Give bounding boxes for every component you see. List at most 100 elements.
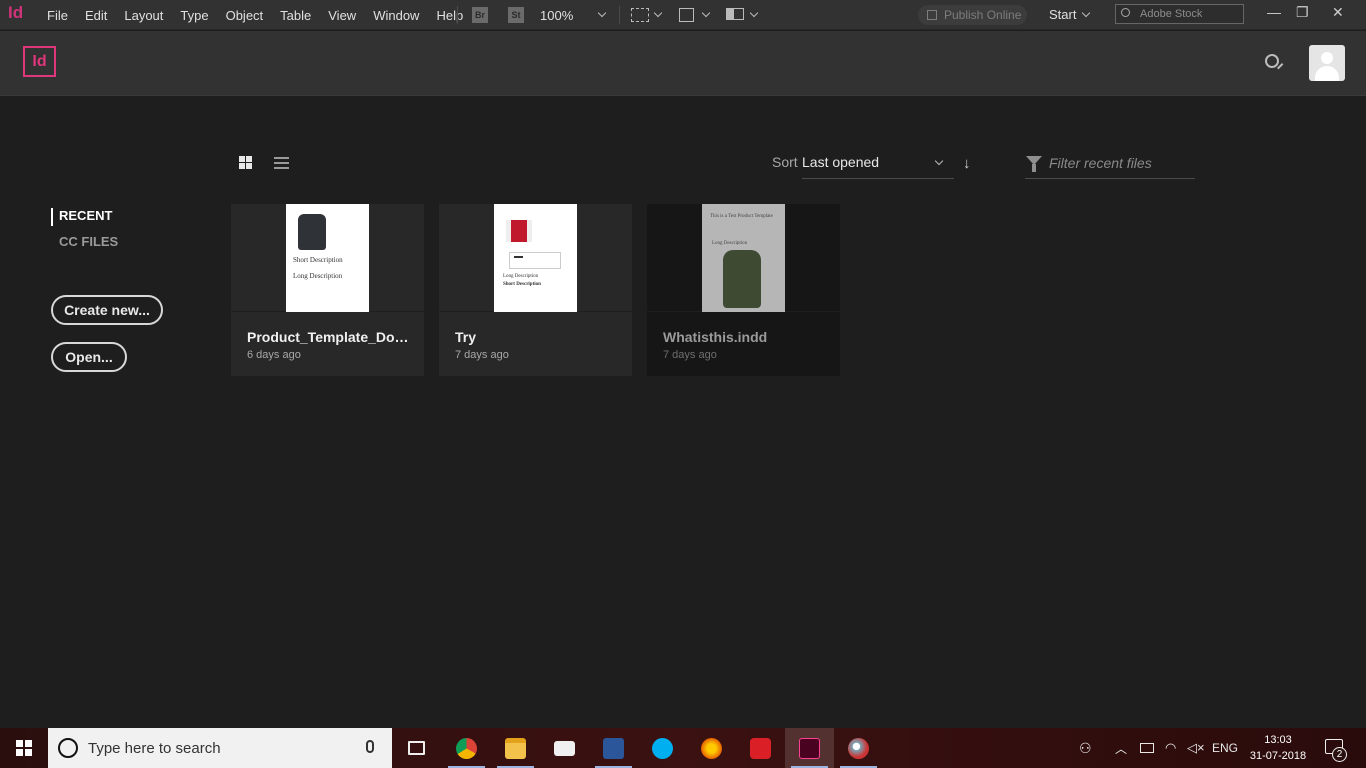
microphone-icon[interactable] <box>366 740 374 753</box>
chrome-icon <box>456 738 477 759</box>
menu-separator <box>457 6 458 24</box>
avatar-head <box>1321 52 1333 64</box>
thumb-text: Short Description <box>293 256 343 264</box>
taskbar-app-indesign[interactable] <box>785 728 834 768</box>
app-glyph: Id <box>8 3 24 22</box>
taskbar-app-firefox[interactable] <box>687 728 736 768</box>
taskbar-app-paint[interactable] <box>834 728 883 768</box>
file-thumbnail-area: Short Description Long Description <box>231 204 424 312</box>
zoom-chevron-icon[interactable] <box>597 8 607 18</box>
taskbar-app-creative-cloud[interactable] <box>736 728 785 768</box>
filter-icon <box>1026 156 1042 172</box>
file-thumbnail: This is a Test Product Template Long Des… <box>702 204 785 312</box>
task-view-icon <box>408 741 425 755</box>
grid-cell <box>246 163 252 169</box>
menu-edit[interactable]: Edit <box>85 8 107 23</box>
sort-direction-icon[interactable]: ↓ <box>963 155 971 172</box>
avatar[interactable] <box>1309 45 1345 81</box>
thumb-text: Long Description <box>712 241 748 246</box>
publish-online-button[interactable]: Publish Online <box>918 5 1027 25</box>
taskbar-search[interactable]: Type here to search <box>48 728 392 768</box>
list-view-icon[interactable] <box>274 157 289 169</box>
filter-recent-files[interactable]: Filter recent files <box>1025 152 1195 179</box>
thumb-text: Short Description <box>503 282 541 287</box>
grid-cell <box>239 156 245 162</box>
menu-help[interactable]: Help <box>436 8 463 23</box>
search-icon[interactable] <box>1265 54 1279 68</box>
wifi-icon[interactable]: ◠ <box>1165 740 1176 756</box>
grid-cell <box>246 156 252 162</box>
taskbar-app-word[interactable] <box>589 728 638 768</box>
volume-muted-icon[interactable]: ◁× <box>1187 740 1205 756</box>
indesign-logo: Id <box>23 46 56 77</box>
taskbar-app-chrome[interactable] <box>442 728 491 768</box>
recent-file-card[interactable]: Long Description Short Description Try 7… <box>439 204 632 376</box>
show-hidden-icons-chevron-icon[interactable]: ︿ <box>1115 740 1127 757</box>
thumb-text: Long Description <box>503 274 539 279</box>
network-adapter-icon[interactable] <box>1140 743 1154 753</box>
view-options-chevron-icon[interactable] <box>701 8 711 18</box>
sort-value: Last opened <box>802 154 880 170</box>
system-clock[interactable]: 13:03 31-07-2018 <box>1247 732 1309 764</box>
file-title: Whatisthis.indd <box>663 329 768 345</box>
file-thumbnail-area: This is a Test Product Template Long Des… <box>647 204 840 312</box>
people-icon[interactable]: ⚇ <box>1079 740 1092 757</box>
adobe-stock-placeholder: Adobe Stock <box>1140 8 1203 20</box>
open-button[interactable]: Open... <box>51 342 127 372</box>
chevron-down-icon <box>934 156 944 166</box>
recent-file-card[interactable]: This is a Test Product Template Long Des… <box>647 204 840 376</box>
menu-object[interactable]: Object <box>226 8 264 23</box>
workspace-chevron-icon[interactable] <box>1081 8 1091 18</box>
workspace-switcher[interactable]: Start <box>1049 7 1076 22</box>
screen-mode-chevron-icon[interactable] <box>653 8 663 18</box>
language-indicator[interactable]: ENG <box>1212 741 1238 755</box>
zoom-level[interactable]: 100% <box>540 8 573 23</box>
restore-button[interactable]: ❐ <box>1296 4 1309 21</box>
adobe-stock-search[interactable]: Adobe Stock <box>1115 4 1244 24</box>
cortana-icon <box>58 738 78 758</box>
close-button[interactable]: ✕ <box>1332 4 1344 21</box>
stock-button[interactable]: St <box>508 7 524 23</box>
file-date: 7 days ago <box>663 349 717 361</box>
list-line <box>274 167 289 169</box>
file-thumbnail: Long Description Short Description <box>494 204 577 312</box>
menu-view[interactable]: View <box>328 8 356 23</box>
taskbar-app-file-explorer[interactable] <box>491 728 540 768</box>
nav-cc-files[interactable]: CC FILES <box>59 234 118 249</box>
thumb-text: Long Description <box>293 272 343 280</box>
minimize-button[interactable]: — <box>1267 4 1281 20</box>
taskbar-app-mail[interactable] <box>540 728 589 768</box>
arrange-chevron-icon[interactable] <box>749 8 759 18</box>
menu-bar: Id File Edit Layout Type Object Table Vi… <box>0 0 1366 30</box>
start-workspace: Sort Last opened ↓ Filter recent files R… <box>0 96 1366 728</box>
search-icon <box>1121 8 1130 17</box>
jacket-image <box>298 214 326 250</box>
recent-file-card[interactable]: Short Description Long Description Produ… <box>231 204 424 376</box>
sort-dropdown[interactable]: Last opened <box>802 152 954 179</box>
menu-table[interactable]: Table <box>280 8 311 23</box>
clock-date: 31-07-2018 <box>1249 750 1307 762</box>
product-image <box>506 220 532 242</box>
grid-view-icon[interactable] <box>239 156 252 169</box>
view-options-icon[interactable] <box>679 8 694 22</box>
taskbar-app-skype[interactable] <box>638 728 687 768</box>
create-new-button[interactable]: Create new... <box>51 295 163 325</box>
notification-count-badge: 2 <box>1332 747 1347 762</box>
list-line <box>274 157 289 159</box>
menu-window[interactable]: Window <box>373 8 419 23</box>
indesign-icon <box>799 738 820 759</box>
logo-pane <box>25 749 32 756</box>
taskbar-search-placeholder: Type here to search <box>88 740 221 757</box>
menu-list: File Edit Layout Type Object Table View … <box>47 0 480 30</box>
arrange-documents-icon[interactable] <box>726 8 744 20</box>
screen-mode-icon[interactable] <box>631 8 649 22</box>
menu-layout[interactable]: Layout <box>124 8 163 23</box>
bridge-button[interactable]: Br <box>472 7 488 23</box>
sort-label: Sort <box>772 154 798 170</box>
menu-type[interactable]: Type <box>180 8 208 23</box>
task-view-button[interactable] <box>392 728 441 768</box>
nav-recent[interactable]: RECENT <box>51 208 112 226</box>
menu-file[interactable]: File <box>47 8 68 23</box>
publish-icon <box>927 10 937 20</box>
windows-start-icon[interactable] <box>16 740 32 756</box>
